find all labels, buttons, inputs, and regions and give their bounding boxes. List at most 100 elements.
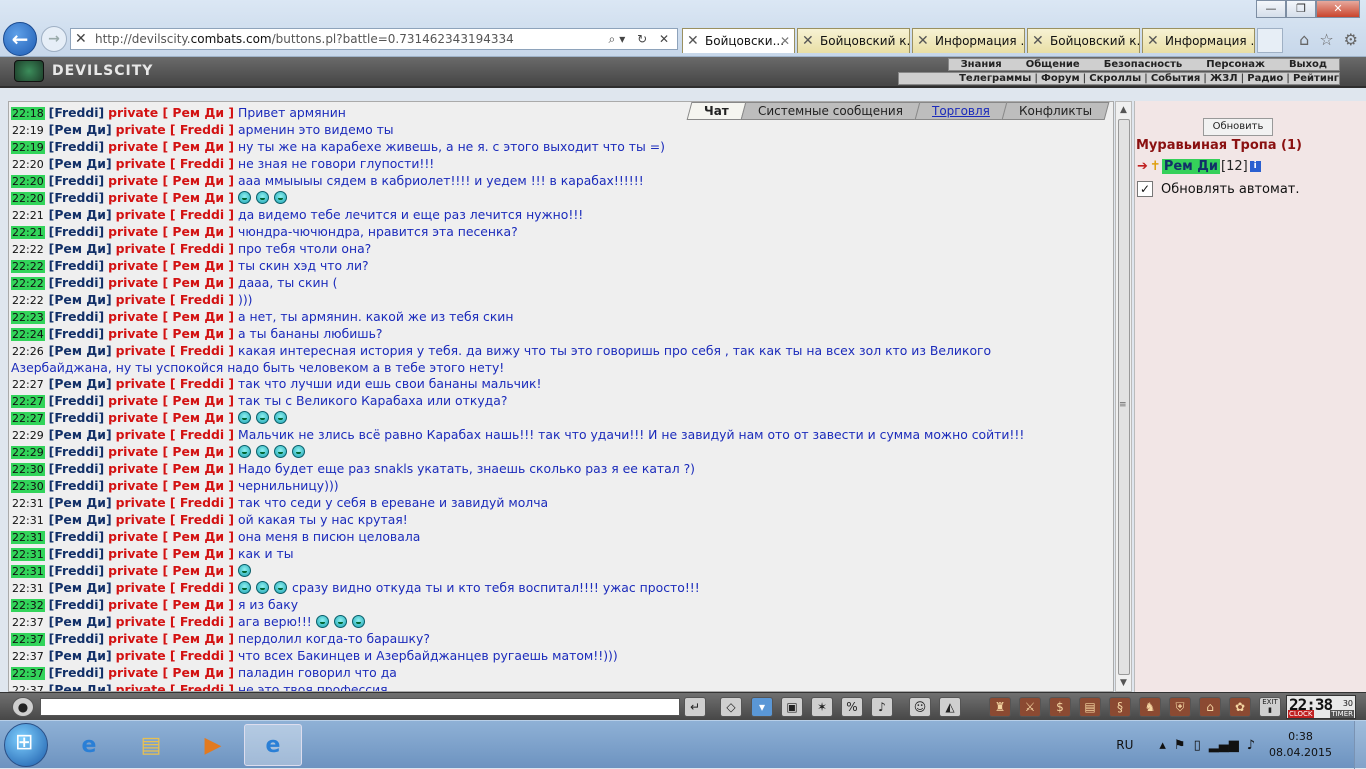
recipient-name[interactable]: Freddi (180, 427, 224, 442)
recipient-name[interactable]: Рем Ди (172, 631, 224, 646)
message-time[interactable]: 22:19 (11, 124, 45, 137)
private-recipient[interactable]: private [ Рем Ди ] (108, 275, 234, 290)
sender-name[interactable]: Freddi (54, 546, 98, 561)
recipient-name[interactable]: Freddi (180, 495, 224, 510)
message-sender[interactable]: [Рем Ди] (49, 648, 112, 663)
online-user[interactable]: ➔ ✝ Рем Ди [12] i (1137, 159, 1261, 174)
recipient-name[interactable]: Freddi (180, 376, 224, 391)
message-time[interactable]: 22:20 (11, 192, 45, 205)
message-sender[interactable]: [Freddi] (49, 461, 105, 476)
sender-name[interactable]: Freddi (54, 631, 98, 646)
message-sender[interactable]: [Freddi] (49, 173, 105, 188)
recipient-name[interactable]: Рем Ди (172, 461, 224, 476)
message-sender[interactable]: [Рем Ди] (49, 207, 112, 222)
media-player-taskbar-icon[interactable]: ▶ (184, 724, 242, 766)
device-icon[interactable]: ▯ (1194, 738, 1201, 753)
message-time[interactable]: 22:31 (11, 531, 45, 544)
message-time[interactable]: 22:31 (11, 548, 45, 561)
message-time[interactable]: 22:37 (11, 616, 45, 629)
sender-name[interactable]: Freddi (54, 529, 98, 544)
message-time[interactable]: 22:22 (11, 243, 45, 256)
clock-label[interactable]: CLOCK (1288, 710, 1314, 718)
sender-name[interactable]: Freddi (54, 665, 98, 680)
message-time[interactable]: 22:20 (11, 175, 45, 188)
ie-active-taskbar-icon[interactable]: e (244, 724, 302, 766)
browser-tab[interactable]: ✕ Бойцовски... ✕ (682, 28, 795, 53)
recipient-name[interactable]: Freddi (180, 207, 224, 222)
message-time[interactable]: 22:31 (11, 565, 45, 578)
timer-label[interactable]: TIMER (1330, 710, 1354, 718)
recipient-name[interactable]: Рем Ди (172, 309, 224, 324)
send-icon[interactable]: ↵ (684, 697, 706, 717)
recipient-name[interactable]: Freddi (180, 682, 224, 691)
auto-refresh-checkbox[interactable]: ✓ (1137, 181, 1153, 197)
recipient-name[interactable]: Рем Ди (172, 224, 224, 239)
private-recipient[interactable]: private [ Freddi ] (116, 376, 234, 391)
message-sender[interactable]: [Рем Ди] (49, 343, 112, 358)
recipient-name[interactable]: Рем Ди (172, 444, 224, 459)
head-icon[interactable]: ● (12, 697, 34, 717)
scroll-icon[interactable]: § (1109, 697, 1131, 717)
sender-name[interactable]: Рем Ди (54, 682, 106, 691)
message-sender[interactable]: [Freddi] (49, 190, 105, 205)
message-sender[interactable]: [Freddi] (49, 410, 105, 425)
browser-tab[interactable]: ✕ Информация ... (1142, 28, 1255, 53)
browser-tab[interactable]: ✕ Бойцовский к... (1027, 28, 1140, 53)
smile-icon[interactable]: ☺ (909, 697, 931, 717)
message-sender[interactable]: [Рем Ди] (49, 512, 112, 527)
private-recipient[interactable]: private [ Рем Ди ] (108, 105, 234, 120)
message-sender[interactable]: [Freddi] (49, 444, 105, 459)
menu-top-item[interactable]: Знания (949, 59, 1014, 70)
sender-name[interactable]: Freddi (54, 478, 98, 493)
chat-input[interactable] (40, 698, 680, 716)
message-time[interactable]: 22:22 (11, 277, 45, 290)
message-sender[interactable]: [Рем Ди] (49, 614, 112, 629)
house-icon[interactable]: ⌂ (1199, 697, 1221, 717)
fighter-icon[interactable]: ✶ (811, 697, 833, 717)
paw-icon[interactable]: ✿ (1229, 697, 1251, 717)
message-sender[interactable]: [Freddi] (49, 631, 105, 646)
address-tools-icons[interactable]: ⌕▾ ↻ ✕ (609, 29, 673, 49)
menu-top-item[interactable]: Персонаж (1194, 59, 1277, 70)
sound-icon[interactable]: ♪ (871, 697, 893, 717)
private-recipient[interactable]: private [ Рем Ди ] (108, 139, 234, 154)
language-indicator[interactable]: RU (1116, 738, 1133, 752)
minimize-button[interactable]: — (1256, 0, 1286, 18)
recipient-name[interactable]: Freddi (180, 292, 224, 307)
private-recipient[interactable]: private [ Рем Ди ] (108, 173, 234, 188)
message-time[interactable]: 22:27 (11, 395, 45, 408)
ie-taskbar-icon[interactable]: e (60, 724, 118, 766)
private-recipient[interactable]: private [ Рем Ди ] (108, 309, 234, 324)
recipient-name[interactable]: Freddi (180, 648, 224, 663)
sender-name[interactable]: Рем Ди (54, 648, 106, 663)
sender-name[interactable]: Freddi (54, 309, 98, 324)
chat-tab[interactable]: Торговля (914, 102, 1008, 120)
sender-name[interactable]: Рем Ди (54, 427, 106, 442)
recipient-name[interactable]: Рем Ди (172, 326, 224, 341)
private-recipient[interactable]: private [ Рем Ди ] (108, 258, 234, 273)
bag-icon[interactable]: ♜ (989, 697, 1011, 717)
sender-name[interactable]: Рем Ди (54, 376, 106, 391)
sender-name[interactable]: Рем Ди (54, 343, 106, 358)
recipient-name[interactable]: Freddi (180, 122, 224, 137)
menu-bottom-item[interactable]: Телеграммы (959, 73, 1031, 84)
message-sender[interactable]: [Freddi] (49, 665, 105, 680)
sender-name[interactable]: Freddi (54, 393, 98, 408)
message-sender[interactable]: [Freddi] (49, 478, 105, 493)
recipient-name[interactable]: Рем Ди (172, 275, 224, 290)
chat-tab[interactable]: Конфликты (1001, 102, 1110, 120)
message-time[interactable]: 22:30 (11, 463, 45, 476)
sender-name[interactable]: Freddi (54, 410, 98, 425)
private-recipient[interactable]: private [ Рем Ди ] (108, 410, 234, 425)
volume-icon[interactable]: ♪ (1247, 738, 1255, 753)
recipient-name[interactable]: Рем Ди (172, 665, 224, 680)
sender-name[interactable]: Рем Ди (54, 292, 106, 307)
sender-name[interactable]: Freddi (54, 461, 98, 476)
chest-icon[interactable]: ▤ (1079, 697, 1101, 717)
message-time[interactable]: 22:37 (11, 684, 45, 691)
sender-name[interactable]: Freddi (54, 139, 98, 154)
message-sender[interactable]: [Freddi] (49, 529, 105, 544)
message-time[interactable]: 22:24 (11, 328, 45, 341)
private-recipient[interactable]: private [ Freddi ] (116, 207, 234, 222)
private-recipient[interactable]: private [ Рем Ди ] (108, 665, 234, 680)
